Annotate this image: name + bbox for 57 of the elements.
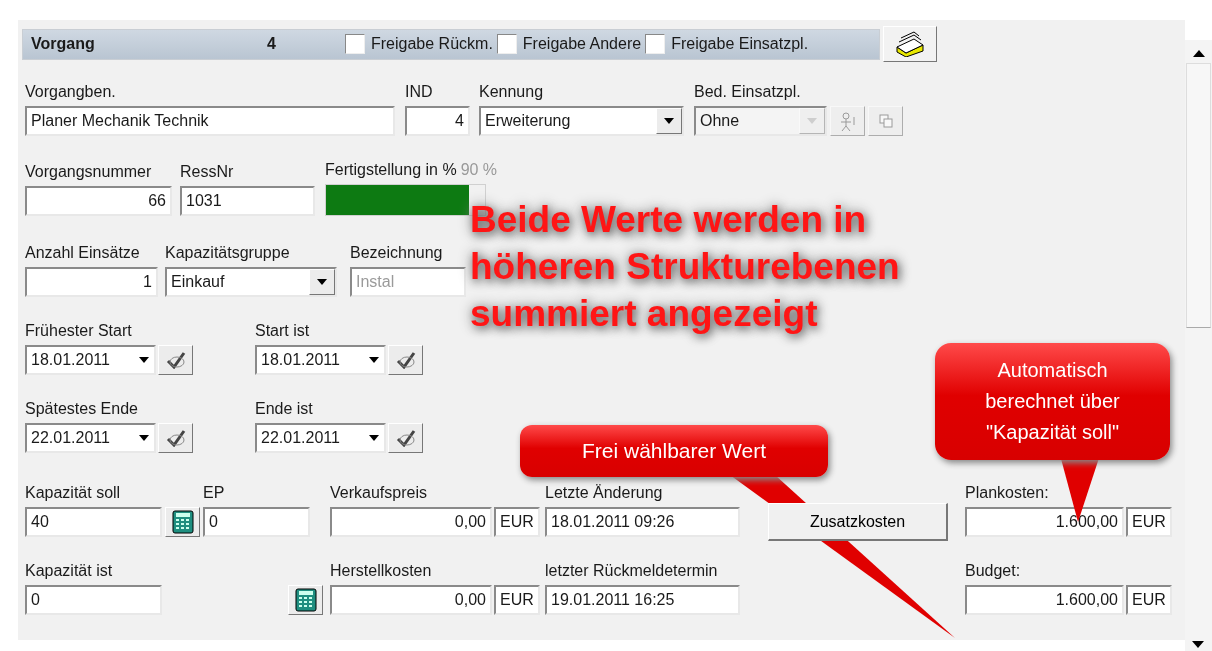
- amount-field[interactable]: 1.600,00: [965, 507, 1124, 537]
- date-field[interactable]: 22.01.2011: [255, 423, 386, 453]
- field-label: letzter Rückmeldetermin: [545, 561, 719, 581]
- amount-field[interactable]: 0,00: [330, 507, 492, 537]
- checkbox-label[interactable]: Freigabe Andere: [522, 32, 642, 56]
- field-label: Vorgangben.: [25, 82, 117, 102]
- field-label: Kapazität soll: [25, 483, 122, 503]
- field-label: Kapazität ist: [25, 561, 114, 581]
- field-label: EP: [203, 483, 226, 503]
- field-label: Bed. Einsatzpl.: [694, 82, 802, 102]
- date-field[interactable]: 18.01.2011: [255, 345, 386, 375]
- field-label: Kapazitätsgruppe: [165, 243, 291, 263]
- dropdown[interactable]: Einkauf: [165, 267, 337, 297]
- field-label: Ende ist: [255, 399, 314, 419]
- section-title: Vorgang: [31, 34, 96, 54]
- text-field[interactable]: 1: [25, 267, 158, 297]
- currency-field: EUR: [1126, 585, 1172, 615]
- text-field[interactable]: Planer Mechanik Technik: [25, 106, 395, 136]
- costs-button[interactable]: Zusatzkosten: [768, 503, 948, 541]
- field-label: Frühester Start: [25, 321, 133, 341]
- currency-field: EUR: [1126, 507, 1172, 537]
- date-field[interactable]: 22.01.2011: [25, 423, 156, 453]
- field-label: Verkaufspreis: [330, 483, 428, 503]
- amount-field[interactable]: 0,00: [330, 585, 492, 615]
- callout-bubble: Automatisch berechnet über "Kapazität soll": [935, 343, 1170, 460]
- text-field[interactable]: 0: [25, 585, 162, 615]
- section-number: 4: [267, 34, 277, 54]
- text-field[interactable]: 0: [203, 507, 310, 537]
- field-label: Spätestes Ende: [25, 399, 139, 419]
- field-label: Start ist: [255, 321, 311, 341]
- field-label: Vorgangsnummer: [25, 162, 153, 182]
- text-field[interactable]: 66: [25, 186, 172, 216]
- field-label: Budget:: [965, 561, 1022, 581]
- text-field[interactable]: 1031: [180, 186, 315, 216]
- field-label: Bezeichnung: [350, 243, 444, 263]
- text-field[interactable]: 19.01.2011 16:25: [545, 585, 740, 615]
- field-label: Kennung: [479, 82, 545, 102]
- currency-field: EUR: [494, 507, 540, 537]
- field-label: Anzahl Einsätze: [25, 243, 141, 263]
- field-label: IND: [405, 82, 434, 102]
- text-field[interactable]: 4: [405, 106, 470, 136]
- date-field[interactable]: 18.01.2011: [25, 345, 156, 375]
- field-label: Fertigstellung in %: [325, 160, 457, 180]
- progress-reading: 90 %: [460, 160, 498, 180]
- callout-bubble: Frei wählbarer Wert: [520, 425, 828, 477]
- dropdown[interactable]: Erweiterung: [479, 106, 684, 136]
- checkbox-label[interactable]: Freigabe Rückm.: [371, 32, 493, 56]
- field-label: Letzte Änderung: [545, 483, 664, 503]
- annotation-headline: Beide Werte werden in höheren Strukturebenen summiert angezeigt: [470, 198, 900, 336]
- field-label: Plankosten:: [965, 483, 1050, 503]
- field-label: Herstellkosten: [330, 561, 433, 581]
- currency-field: EUR: [494, 585, 540, 615]
- checkbox-label[interactable]: Freigabe Einsatzpl.: [671, 32, 809, 56]
- text-field[interactable]: 18.01.2011 09:26: [545, 507, 740, 537]
- text-field[interactable]: 40: [25, 507, 162, 537]
- amount-field[interactable]: 1.600,00: [965, 585, 1124, 615]
- field-label: RessNr: [180, 162, 235, 182]
